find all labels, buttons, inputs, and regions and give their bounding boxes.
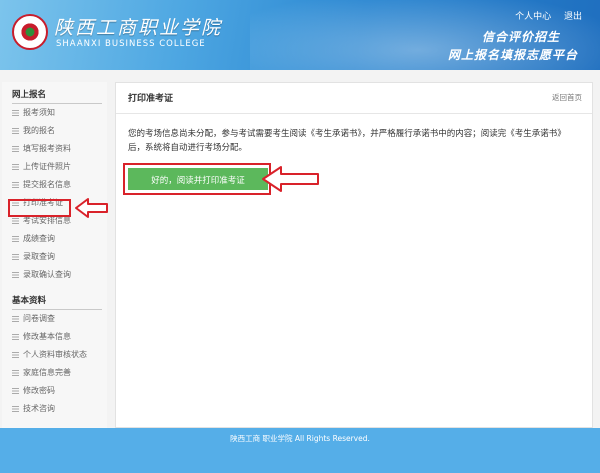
list-icon [12,145,19,152]
sidebar-item-admission-confirm[interactable]: 录取确认查询 [12,268,71,282]
sidebar-section-basic-info: 基本资料 [12,294,102,310]
sidebar-item-review-status[interactable]: 个人资料审核状态 [12,348,87,362]
sidebar-item-tech-support[interactable]: 技术咨询 [12,402,55,416]
sidebar: 网上报名 报考须知 我的报名 填写报考资料 上传证件照片 提交报名信息 打印准考… [2,82,108,428]
list-icon [12,405,19,412]
sidebar-item-submit-info[interactable]: 提交报名信息 [12,178,71,192]
list-icon [12,369,19,376]
notice-text: 您的考场信息尚未分配，参与考试需要考生阅读《考生承诺书》，并严格履行承诺书中的内… [128,129,566,153]
sidebar-item-edit-basic-info[interactable]: 修改基本信息 [12,330,71,344]
left-arrow-icon [262,166,319,192]
top-links: 个人中心 退出 [505,9,582,22]
list-icon [12,387,19,394]
highlight-frame-print-admission [8,199,71,217]
school-name-cn: 陕西工商职业学院 [54,17,223,39]
site-header: 陕西工商职业学院 SHAANXI BUSINESS COLLEGE 个人中心 退… [0,0,600,70]
sidebar-item-survey[interactable]: 问卷调查 [12,312,55,326]
list-icon [12,351,19,358]
list-icon [12,315,19,322]
body-area: 网上报名 报考须知 我的报名 填写报考资料 上传证件照片 提交报名信息 打印准考… [0,70,600,428]
list-icon [12,163,19,170]
sidebar-item-exam-notice[interactable]: 报考须知 [12,106,55,120]
sidebar-section-online-registration: 网上报名 [12,88,102,104]
list-icon [12,109,19,116]
site-footer: 陕西工商 职业学院 All Rights Reserved. [0,428,600,473]
read-and-print-button[interactable]: 好的，阅读并打印准考证 [128,168,268,190]
divider [116,113,592,114]
list-icon [12,253,19,260]
logout-link[interactable]: 退出 [564,12,582,22]
list-icon [12,181,19,188]
back-home-link[interactable]: 返回首页 [552,92,582,103]
slogan-line1: 信合评价招生 [481,30,560,44]
list-icon [12,217,19,224]
page-title: 打印准考证 [128,94,174,104]
copyright-text: 陕西工商 职业学院 All Rights Reserved. [230,434,370,443]
list-icon [12,333,19,340]
school-logo [12,14,48,50]
sidebar-item-my-registration[interactable]: 我的报名 [12,124,55,138]
left-arrow-icon [75,198,108,218]
list-icon [12,127,19,134]
slogan-line2: 网上报名填报志愿平台 [447,48,578,62]
list-icon [12,271,19,278]
personal-center-link[interactable]: 个人中心 [515,12,551,22]
sidebar-item-fill-info[interactable]: 填写报考资料 [12,142,71,156]
sidebar-item-family-info[interactable]: 家庭信息完善 [12,366,71,380]
list-icon [12,235,19,242]
sidebar-item-change-password[interactable]: 修改密码 [12,384,55,398]
sidebar-item-admission-query[interactable]: 录取查询 [12,250,55,264]
main-panel: 打印准考证 返回首页 您的考场信息尚未分配，参与考试需要考生阅读《考生承诺书》，… [115,82,593,428]
sidebar-item-upload-photo[interactable]: 上传证件照片 [12,160,71,174]
school-name-en: SHAANXI BUSINESS COLLEGE [56,39,206,49]
sidebar-item-score-query[interactable]: 成绩查询 [12,232,55,246]
